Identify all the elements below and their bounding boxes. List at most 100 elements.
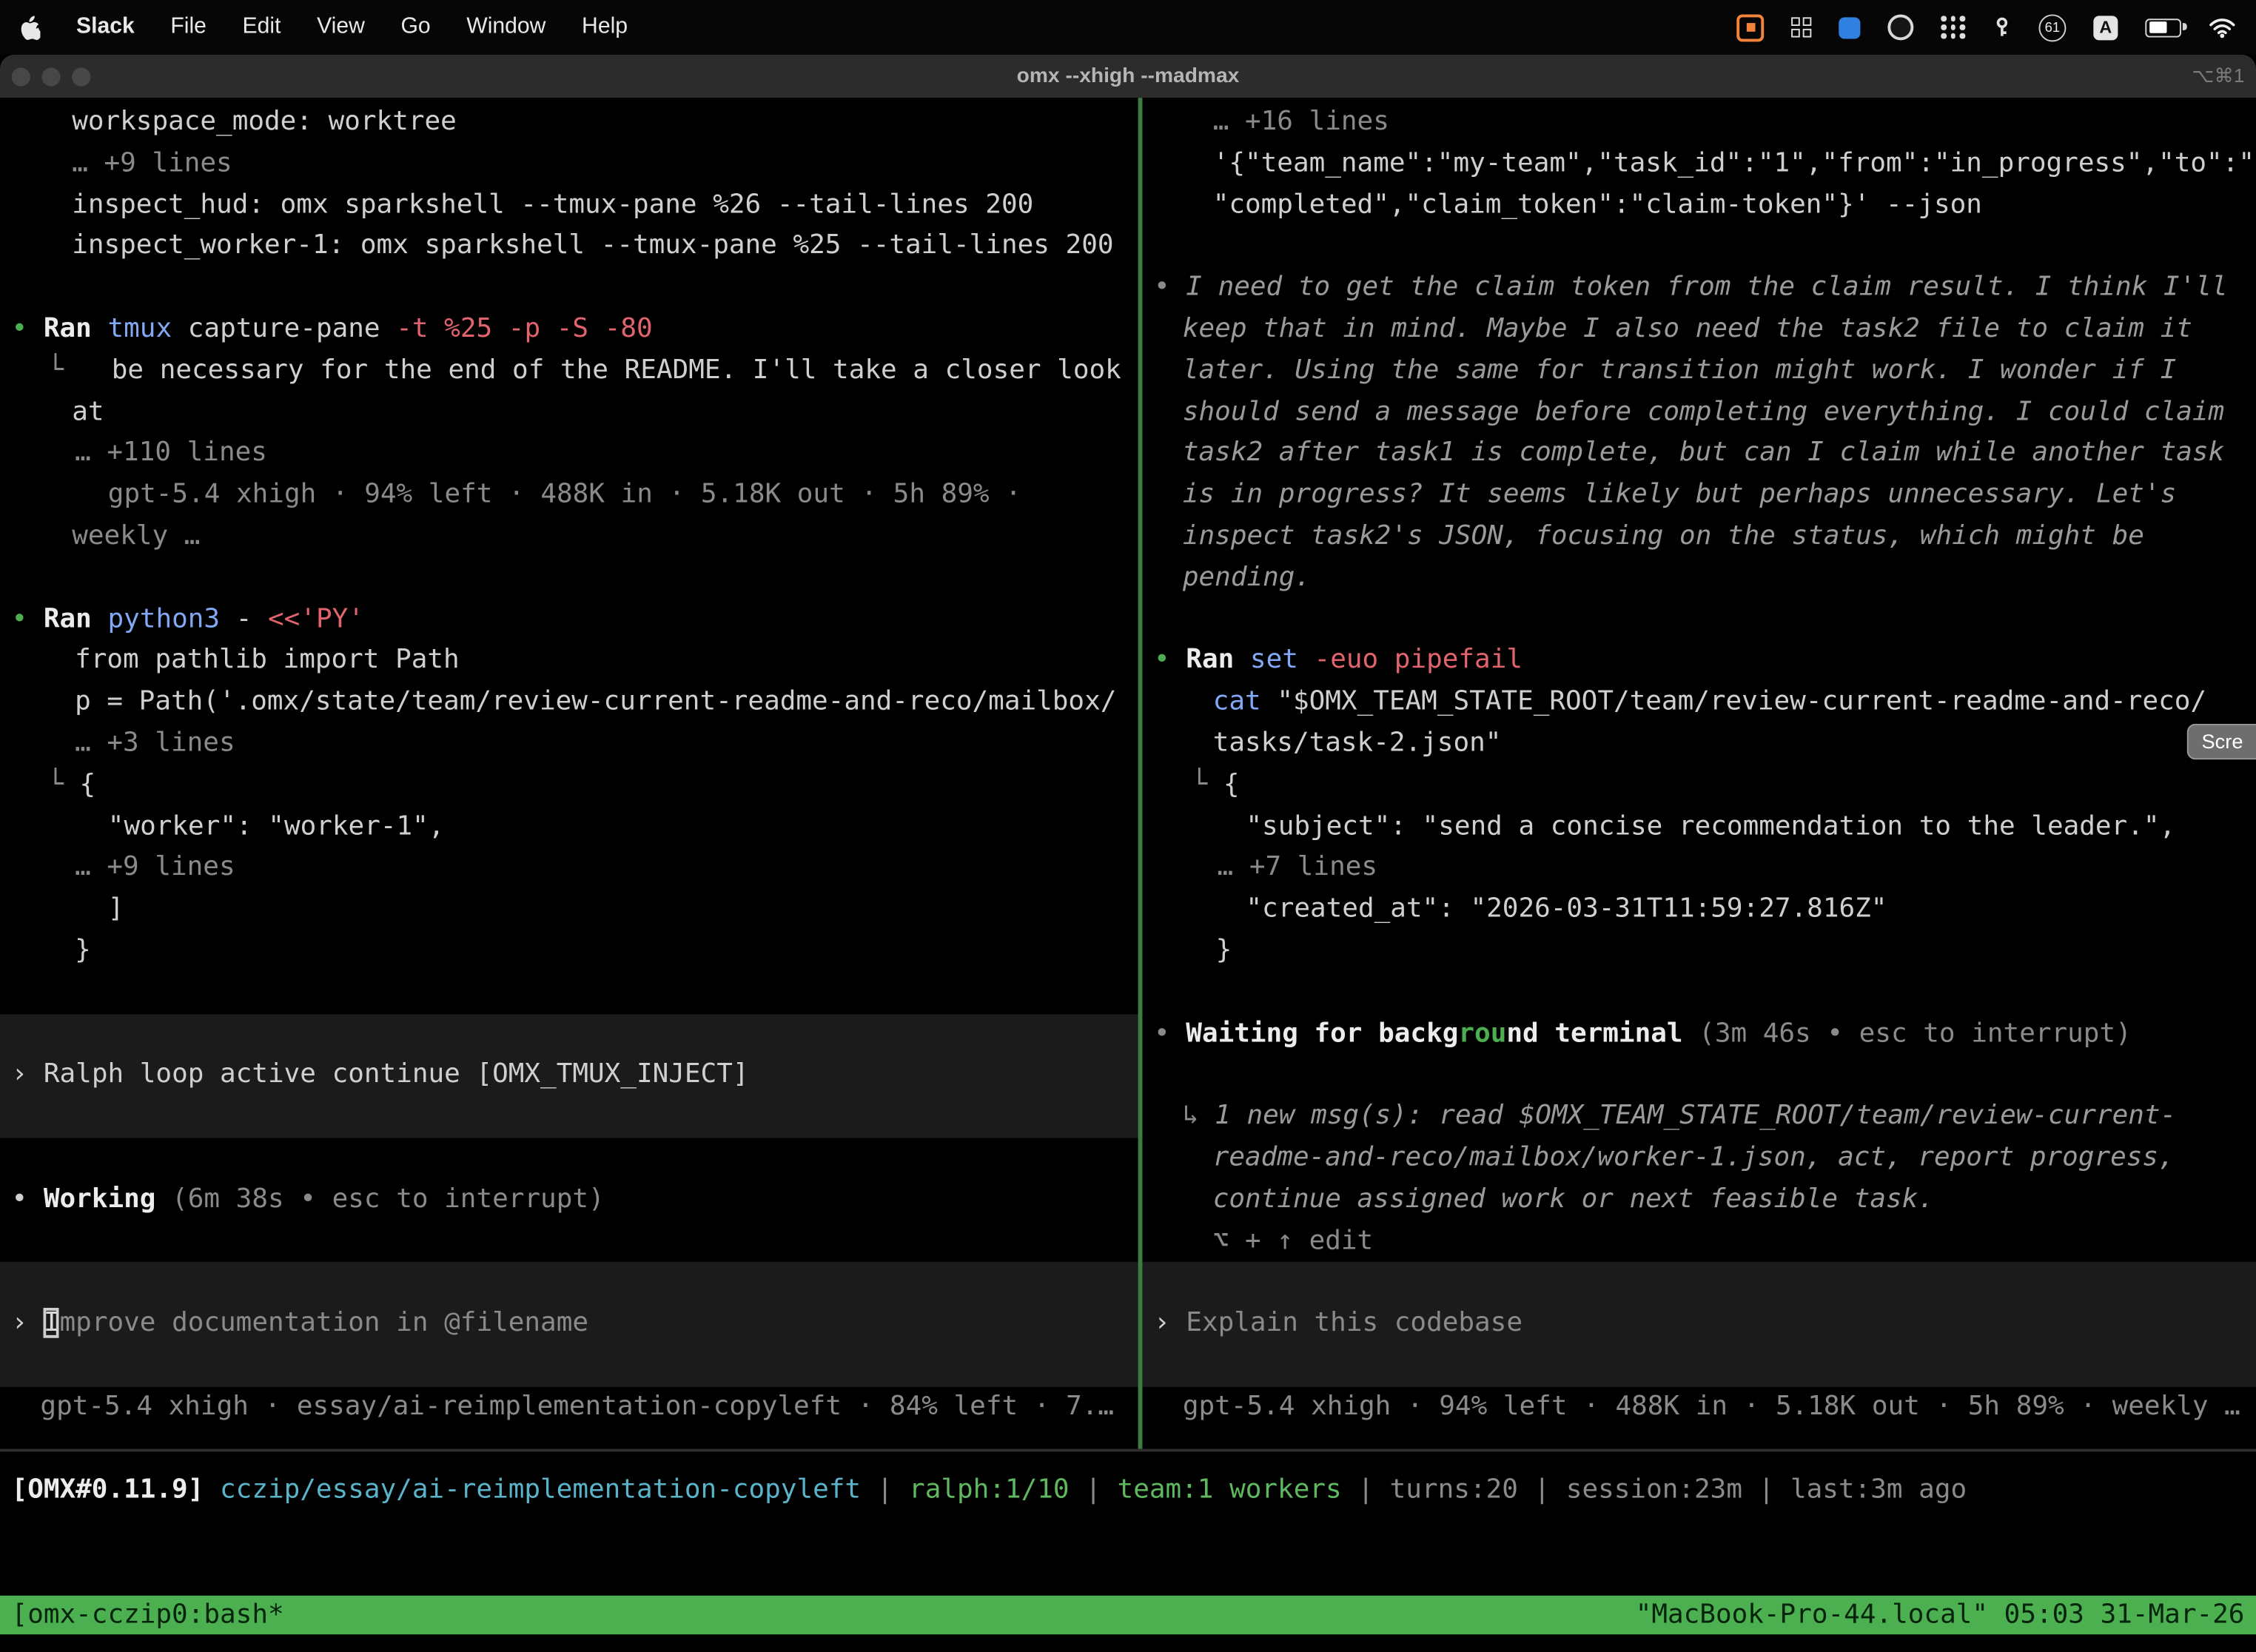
text-segment: └ [47,355,112,386]
blue-app-icon[interactable] [1839,16,1860,38]
terminal-line: … +16 lines [1213,102,1389,144]
text-segment: • [1154,1018,1186,1048]
terminal-line: later. Using the same for transition mig… [1183,351,2176,392]
text-segment: "worker": "worker-1", [108,811,445,842]
terminal-line: ⌥ + ↑ edit [1213,1221,1374,1263]
menu-item-view[interactable]: View [317,14,365,40]
menu-app-name[interactable]: Slack [76,14,135,40]
text-segment: be necessary for the end of the README. … [112,355,1121,386]
text-segment: I [44,1308,60,1338]
menu-bar-status-icons: 61 A [1736,13,2236,41]
app-grid-icon[interactable] [1941,16,1965,38]
text-segment: | [1070,1474,1118,1505]
menu-item-file[interactable]: File [170,14,207,40]
terminal-line: cat "$OMX_TEAM_STATE_ROOT/team/review-cu… [1213,682,2206,724]
text-segment: (3m 46s • esc to interrupt) [1699,1018,2132,1048]
text-segment: I need to get the claim token from the c… [1186,272,2227,303]
terminal-line: '{"team_name":"my-team","task_id":"1","f… [1213,144,2255,185]
terminal-line: › Explain this codebase [1154,1304,1523,1346]
text-segment: weekly … [72,521,200,551]
terminal-line: weekly … [72,517,200,558]
text-segment: capture-pane [188,314,396,344]
terminal-line: … +7 lines [1218,848,1378,890]
text-segment: ralph:1/10 [909,1474,1070,1505]
terminal-line: "created_at": "2026-03-31T11:59:27.816Z" [1246,890,1887,931]
terminal-line: └ { [47,765,95,807]
terminal-line: pending. [1183,558,1311,600]
text-segment: last:3m ago [1790,1474,1967,1505]
menu-item-edit[interactable]: Edit [243,14,281,40]
zoom-button[interactable] [72,67,90,85]
text-segment: inspect_hud: omx sparkshell --tmux-pane … [72,189,1033,220]
text-segment: Waiting for backg [1186,1018,1458,1048]
screen: Slack File Edit View Go Window Help 61 A [0,0,2256,1652]
text-segment: • [12,604,44,634]
text-segment: inspect task2's JSON, focusing on the st… [1183,521,2144,551]
terminal-line: at [72,392,104,434]
text-segment: • [1154,645,1186,676]
text-segment: } [75,936,91,966]
terminal-line: … +9 lines [75,848,235,890]
text-segment: inspect_worker-1: omx sparkshell --tmux-… [72,231,1113,261]
text-segment: Explain this codebase [1186,1308,1523,1338]
menu-item-go[interactable]: Go [400,14,430,40]
menu-item-help[interactable]: Help [582,14,628,40]
text-segment: "created_at": "2026-03-31T11:59:27.816Z" [1246,894,1887,924]
text-segment: } [1216,936,1232,966]
wifi-icon[interactable] [2209,16,2236,38]
apple-menu-icon[interactable] [20,15,40,39]
terminal-line: • Ran tmux capture-pane -t %25 -p -S -80 [12,309,653,351]
text-segment: python3 [107,604,235,634]
text-segment: └ [47,770,79,800]
terminal-line: gpt-5.4 xhigh · 94% left · 488K in · 5.1… [108,475,1021,517]
text-segment: | [1342,1474,1390,1505]
terminal-line: ↳ 1 new msg(s): read $OMX_TEAM_STATE_ROO… [1183,1097,2176,1138]
omx-status-bar: [OMX#0.11.9] cczip/essay/ai-reimplementa… [12,1471,1967,1512]
terminal-line: gpt-5.4 xhigh · essay/ai-reimplementatio… [40,1387,1114,1428]
text-segment: └ [1192,770,1223,800]
tmux-host-clock-label: "MacBook-Pro-44.local" 05:03 31-Mar-26 [1636,1600,2245,1631]
terminal-line: readme-and-reco/mailbox/worker-1.json, a… [1213,1138,2175,1180]
terminal-line: gpt-5.4 xhigh · 94% left · 488K in · 5.1… [1183,1387,2240,1428]
battery-icon[interactable] [2145,18,2181,36]
text-segment: is in progress? It seems likely but perh… [1183,480,2176,510]
text-segment: › [12,1308,44,1338]
text-segment: | [861,1474,909,1505]
text-segment: keep that in mind. Maybe I also need the… [1183,314,2192,344]
text-segment: later. Using the same for transition mig… [1183,355,2176,386]
terminal-line: from pathlib import Path [75,641,460,682]
text-segment: "$OMX_TEAM_STATE_ROOT/team/review-curren… [1277,687,2206,717]
text-segment: • [12,1183,44,1214]
screen-recording-stop-icon[interactable] [1736,13,1764,41]
close-button[interactable] [12,67,30,85]
battery-percent-badge-label: 61 [2045,19,2061,35]
window-titlebar[interactable]: omx --xhigh --madmax ⌥⌘1 [0,55,2256,98]
terminal-pane-right[interactable]: … +16 lines'{"team_name":"my-team","task… [1142,98,2256,1448]
input-source-icon[interactable]: A [2093,15,2118,39]
text-segment: … +9 lines [75,853,235,883]
minimize-button[interactable] [41,67,60,85]
text-segment: set [1250,645,1315,676]
text-segment: should send a message before completing … [1183,397,2224,427]
text-segment: … +7 lines [1218,853,1378,883]
tmux-status-bar: [omx-cczip0:bash* "MacBook-Pro-44.local"… [0,1596,2256,1634]
battery-percent-badge[interactable]: 61 [2038,13,2066,41]
text-segment: › [1154,1308,1186,1338]
terminal-line: p = Path('.omx/state/team/review-current… [75,682,1116,724]
menu-bar-left: Slack File Edit View Go Window Help [20,14,628,40]
key-icon[interactable] [1993,16,2011,38]
text-segment: gpt-5.4 xhigh · 94% left · 488K in · 5.1… [108,480,1021,510]
text-segment: { [79,770,95,800]
text-segment: gpt-5.4 xhigh · essay/ai-reimplementatio… [40,1391,1114,1421]
dark-circle-app-icon[interactable] [1887,14,1913,40]
text-segment: (6m 38s • esc to interrupt) [172,1183,605,1214]
text-segment: … +9 lines [72,148,232,178]
terminal-line: workspace_mode: worktree [72,102,457,144]
terminal-line: continue assigned work or next feasible … [1213,1180,1934,1221]
terminal-line: … +110 lines [75,434,267,475]
menu-item-window[interactable]: Window [466,14,545,40]
tmux-session-label: [omx-cczip0:bash* [12,1600,284,1631]
menu-bar: Slack File Edit View Go Window Help 61 A [0,0,2256,55]
terminal-pane-left[interactable]: workspace_mode: worktree … +9 lines inspec… [0,98,1138,1448]
window-grid-icon[interactable] [1791,17,1811,37]
